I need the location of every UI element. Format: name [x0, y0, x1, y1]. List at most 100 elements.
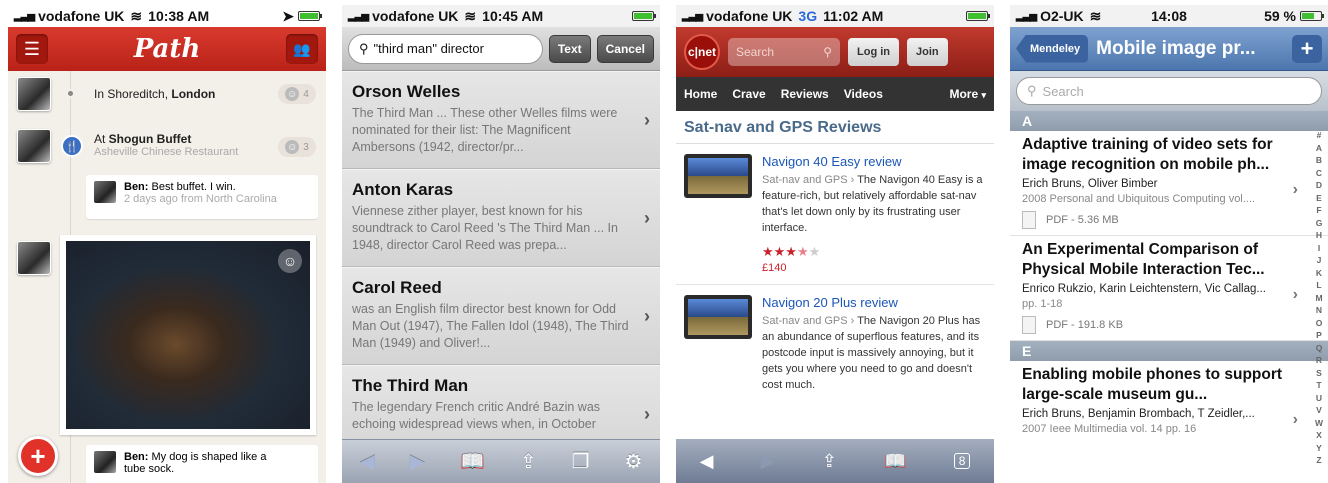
smile-count-button[interactable]: ☺ 3 [278, 137, 316, 157]
smile-icon[interactable]: ☺ [278, 249, 302, 273]
photo-moment[interactable]: ☺ [60, 235, 316, 435]
index-letter[interactable]: H [1316, 229, 1322, 242]
index-letter[interactable]: M [1315, 292, 1322, 305]
comment[interactable]: Ben: My dog is shaped like a tube sock. [86, 445, 318, 483]
friends-button[interactable]: 👥 [286, 34, 318, 64]
battery-icon [632, 11, 656, 21]
document-row[interactable]: An Experimental Comparison of Physical M… [1010, 236, 1328, 341]
nav-videos[interactable]: Videos [844, 87, 883, 101]
page-title: Mobile image pr... [1096, 37, 1256, 59]
share-icon[interactable]: ⇪ [822, 451, 837, 472]
wifi-icon: ≋ [464, 7, 477, 24]
review-item[interactable]: Navigon 20 Plus review Sat-nav and GPS ›… [676, 285, 994, 403]
section-index[interactable]: # A B C D E F G H I J K L M N O P Q R S T U V W X Y Z [1312, 129, 1326, 467]
nav-reviews[interactable]: Reviews [781, 87, 829, 101]
index-letter[interactable]: X [1316, 429, 1322, 442]
bookmarks-icon[interactable]: 📖 [460, 449, 485, 474]
index-letter[interactable]: S [1316, 367, 1322, 380]
search-app-screen: ▂▃▅ vodafone UK ≋ 10:45 AM ⚲ "third man"… [342, 5, 660, 483]
index-letter[interactable]: F [1316, 204, 1321, 217]
mendeley-navbar: Mendeley Mobile image pr... + [1010, 27, 1328, 71]
search-result[interactable]: Carol Reed was an English film director … [342, 267, 660, 365]
browser-toolbar: ◀ ▶ 📖 ⇪ ❐ ⚙ [342, 439, 660, 483]
product-thumbnail [684, 295, 752, 339]
avatar[interactable] [17, 241, 51, 275]
avatar [94, 181, 116, 203]
cancel-button[interactable]: Cancel [596, 34, 654, 63]
avatar[interactable] [17, 77, 51, 111]
review-item[interactable]: Navigon 40 Easy review Sat-nav and GPS ›… [676, 144, 994, 285]
back-arrow-icon[interactable]: ◀ [700, 451, 714, 472]
index-letter[interactable]: C [1316, 167, 1322, 180]
index-letter[interactable]: # [1317, 129, 1322, 142]
nav-home[interactable]: Home [684, 87, 717, 101]
browser-toolbar: ◀ ▶ ⇪ 📖 8 [676, 439, 994, 483]
tabs-icon[interactable]: ❐ [572, 449, 590, 474]
search-input[interactable]: ⚲ "third man" director [348, 33, 543, 64]
comment[interactable]: Ben: Best buffet. I win. 2 days ago from… [86, 175, 318, 219]
menu-button[interactable]: ☰ [16, 34, 48, 64]
forward-arrow-icon[interactable]: ▶ [410, 449, 425, 474]
wifi-icon: ≋ [1089, 7, 1102, 24]
search-icon: ⚲ [359, 40, 369, 56]
gear-icon[interactable]: ⚙ [625, 449, 643, 474]
index-letter[interactable]: K [1316, 267, 1322, 280]
index-letter[interactable]: N [1316, 304, 1322, 317]
carrier: vodafone UK [372, 8, 459, 24]
path-navbar: ☰ Path 👥 [8, 27, 326, 71]
index-letter[interactable]: V [1316, 404, 1322, 417]
search-input[interactable]: ⚲ Search [1016, 77, 1322, 105]
search-input[interactable]: Search ⚲ [728, 38, 840, 66]
share-icon[interactable]: ⇪ [520, 449, 537, 474]
location-icon: ➤ [282, 7, 294, 24]
index-letter[interactable]: E [1316, 192, 1322, 205]
dog-photo: ☺ [66, 241, 310, 429]
index-letter[interactable]: T [1316, 379, 1321, 392]
carrier: O2-UK [1040, 8, 1084, 24]
index-letter[interactable]: L [1316, 279, 1321, 292]
bookmarks-icon[interactable]: 📖 [884, 451, 906, 472]
people-icon: 👥 [293, 40, 311, 57]
document-row[interactable]: Enabling mobile phones to support large-… [1010, 361, 1328, 441]
index-letter[interactable]: Y [1316, 442, 1322, 455]
back-arrow-icon[interactable]: ◀ [359, 449, 374, 474]
nav-more[interactable]: More ▾ [949, 87, 986, 101]
moment-location[interactable]: In Shoreditch, London ☺ 4 [8, 74, 326, 114]
tabs-icon[interactable]: 8 [953, 453, 971, 469]
index-letter[interactable]: U [1316, 392, 1322, 405]
join-button[interactable]: Join [907, 38, 948, 66]
moment-place[interactable]: 🍴 At Shogun Buffet Asheville Chinese Res… [8, 125, 326, 169]
index-letter[interactable]: A [1316, 142, 1322, 155]
cnet-logo[interactable]: c|net [684, 34, 720, 70]
chevron-right-icon: › [644, 306, 650, 326]
document-row[interactable]: Adaptive training of video sets for imag… [1010, 131, 1328, 236]
index-letter[interactable]: P [1316, 329, 1322, 342]
forward-arrow-icon[interactable]: ▶ [761, 451, 775, 472]
index-letter[interactable]: D [1316, 179, 1322, 192]
search-result[interactable]: Orson Welles The Third Man ... These oth… [342, 71, 660, 169]
login-button[interactable]: Log in [848, 38, 899, 66]
index-letter[interactable]: O [1316, 317, 1323, 330]
nav-crave[interactable]: Crave [732, 87, 765, 101]
product-thumbnail [684, 154, 752, 198]
search-bar: ⚲ "third man" director Text Cancel [342, 27, 660, 71]
index-letter[interactable]: R [1316, 354, 1322, 367]
back-button[interactable]: Mendeley [1016, 34, 1089, 63]
index-letter[interactable]: B [1316, 154, 1322, 167]
avatar[interactable] [17, 129, 51, 163]
cnet-app-screen: ▂▃▅ vodafone UK 3G 11:02 AM c|net Search… [676, 5, 994, 483]
battery-icon [966, 11, 990, 21]
smile-count-button[interactable]: ☺ 4 [278, 84, 316, 104]
index-letter[interactable]: I [1318, 242, 1320, 255]
index-letter[interactable]: Z [1316, 454, 1321, 467]
add-moment-button[interactable]: + [18, 436, 58, 476]
index-letter[interactable]: Q [1316, 342, 1323, 355]
section-title: Sat-nav and GPS Reviews [676, 111, 994, 144]
add-button[interactable]: + [1292, 34, 1322, 63]
text-button[interactable]: Text [548, 34, 591, 63]
search-result[interactable]: Anton Karas Viennese zither player, best… [342, 169, 660, 267]
index-letter[interactable]: W [1315, 417, 1323, 430]
index-letter[interactable]: J [1317, 254, 1322, 267]
cnet-nav: Home Crave Reviews Videos More ▾ [676, 77, 994, 111]
index-letter[interactable]: G [1316, 217, 1323, 230]
